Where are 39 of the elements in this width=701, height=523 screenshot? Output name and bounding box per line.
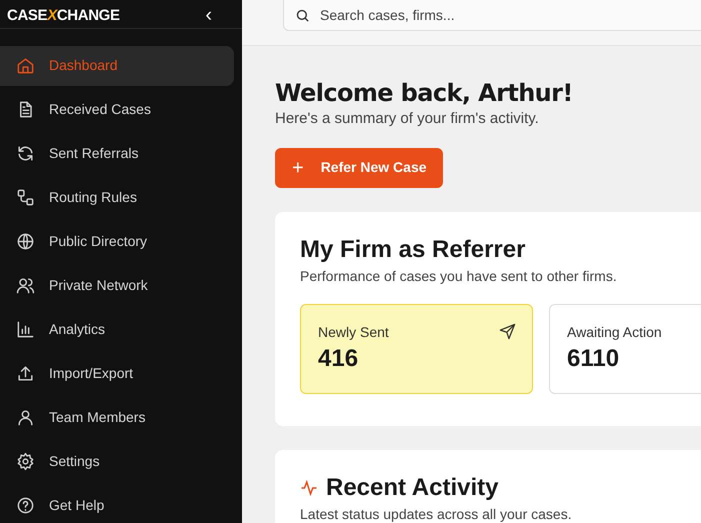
- card-subtitle: Latest status updates across all your cases.: [300, 504, 573, 523]
- sidebar-item[interactable]: Settings: [0, 442, 234, 482]
- sidebar-item[interactable]: Routing Rules: [0, 178, 234, 218]
- stat-label: Awaiting Action: [567, 322, 662, 340]
- sidebar-item[interactable]: Team Members: [0, 398, 234, 438]
- card-title: Recent Activity: [326, 474, 498, 502]
- card-title: My Firm as Referrer: [300, 236, 526, 264]
- bar-chart-icon: [16, 320, 35, 339]
- stat-value: 416: [318, 344, 358, 374]
- stat-card[interactable]: Newly Sent 416: [300, 304, 533, 394]
- stat-label: Newly Sent: [318, 322, 389, 340]
- users-icon: [16, 276, 35, 295]
- user-icon: [16, 408, 35, 427]
- search-field[interactable]: Search cases, firms...: [283, 0, 701, 31]
- stat-card[interactable]: Awaiting Action 6110: [549, 304, 701, 394]
- sidebar-item[interactable]: Import/Export: [0, 354, 234, 394]
- sidebar-item[interactable]: Analytics: [0, 310, 234, 350]
- logo: CASEXCHANGE: [7, 6, 120, 26]
- settings-icon: [16, 452, 35, 471]
- sidebar-item[interactable]: Sent Referrals: [0, 134, 234, 174]
- help-icon: [16, 496, 35, 515]
- welcome-subtitle: Here's a summary of your firm's activity.: [275, 109, 540, 129]
- globe-icon: [16, 232, 35, 251]
- send-icon: [499, 322, 516, 340]
- stat-value: 6110: [567, 344, 620, 374]
- refer-new-case-button[interactable]: + Refer New Case: [275, 148, 443, 188]
- refresh-icon: [16, 144, 35, 163]
- home-icon: [16, 56, 35, 75]
- welcome-title: Welcome back, Arthur!: [275, 79, 574, 107]
- sidebar-item[interactable]: Public Directory: [0, 222, 234, 262]
- activity-icon: [300, 478, 318, 496]
- card-subtitle: Performance of cases you have sent to other firms.: [300, 266, 618, 286]
- sidebar-item[interactable]: Dashboard: [0, 46, 234, 86]
- collapse-button[interactable]: ‹: [205, 5, 212, 25]
- sidebar-item[interactable]: Get Help: [0, 486, 234, 523]
- sidebar-item[interactable]: Private Network: [0, 266, 234, 306]
- sidebar-item[interactable]: Received Cases: [0, 90, 234, 130]
- nodes-icon: [16, 188, 35, 207]
- upload-icon: [16, 364, 35, 383]
